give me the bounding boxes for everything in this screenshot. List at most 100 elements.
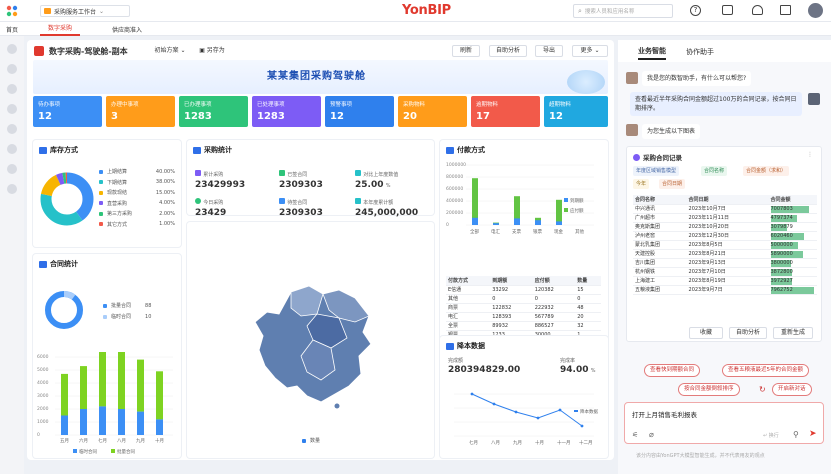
attach-icon[interactable]: ⌀ [649,430,654,439]
suggestion-chip[interactable]: 查看五粮液最近5年的合同金额 [722,364,810,377]
kpi-card[interactable]: 预警事项 12 [325,96,394,127]
table-row: 其他 0 0 0 [446,294,601,304]
bar [118,409,125,435]
kpi-card[interactable]: 待办事项 12 [33,96,102,127]
scheme-selector[interactable]: 初始方案 ⌄ [150,46,190,58]
legend-label: 批量合同 [117,448,135,455]
rail-item[interactable] [7,164,17,174]
message-icon[interactable] [722,5,733,15]
rail-item[interactable] [7,44,17,54]
settings-sliders-icon[interactable]: ⚟ [632,431,638,439]
kpi-card[interactable]: 已办理事项 1283 [179,96,248,127]
bar [99,352,106,407]
kpi-value: 17 [476,111,490,122]
filter-chip[interactable]: 今年 [633,179,650,189]
tick-label: 800000 [446,174,463,180]
kpi-card[interactable]: 办理中事项 3 [106,96,175,127]
headset-icon[interactable] [752,5,763,15]
tab-digital-procurement[interactable]: 数字采购 [40,22,80,36]
kpi-label: 待办事项 [38,102,61,108]
filter-chip[interactable]: 合同金额（求和） [743,166,790,176]
refresh-icon[interactable]: ↻ [759,385,766,394]
legend-value: 4.00% [159,200,175,206]
legend-swatch [99,222,103,226]
table-header: 到期额 [490,276,533,286]
legend-label: 应付额 [570,207,584,214]
chat-input-box[interactable]: 打开上月销售毛利报表 ⚟ ⌀ ↵ 换行 ⚲ ➤ [624,402,824,444]
tab-business-intelligence[interactable]: 业务智能 [638,46,666,60]
suggestion-chip[interactable]: 按合同金额倒叙排序 [678,383,740,396]
regenerate-button[interactable]: 重新生成 [773,327,813,339]
legend-swatch [99,201,103,205]
contract-ring [45,291,83,329]
search-box[interactable]: ⌕ 搜索人员和应用名称 [573,4,673,18]
assistant-avatar [626,124,638,136]
rail-item[interactable] [7,84,17,94]
table-cell: 0 [532,294,576,304]
bar [156,371,163,420]
bar [61,415,68,435]
stats-title: 采购统计 [204,146,232,154]
inventory-donut [40,172,94,226]
kpi-card[interactable]: 超期物料 12 [544,96,608,127]
table-row: 奥克斯集团 2023年10月20日 3079879 [633,222,817,232]
rail-item[interactable] [7,64,17,74]
mic-icon[interactable]: ⚲ [793,430,799,439]
chat-input[interactable]: 打开上月销售毛利报表 [632,409,697,419]
search-input[interactable]: 搜索人员和应用名称 [585,7,635,15]
send-icon[interactable]: ➤ [809,429,817,439]
stat-item: 已签合同 2309303 [279,170,323,190]
self-analysis-button[interactable]: 自助分析 [489,45,527,57]
table-header: 合同日期 [686,195,769,205]
assistant-panel: 业务智能 协作助手 我是您的数智助手，有什么可以帮您? 查看最近半年采购合同金额… [618,40,831,474]
kpi-card[interactable]: 采购物料 20 [398,96,467,127]
tick-label: 0 [446,222,449,228]
calendar-icon[interactable] [780,5,791,15]
category-label: 银票 [533,228,542,235]
table-cell: 2023年9月7日 [686,285,769,295]
category-label: 七月 [469,439,478,446]
table-cell: 中兴通讯 [633,204,687,214]
legend-swatch [73,449,77,453]
tab-home[interactable]: 首页 [6,25,18,34]
kpi-card[interactable]: 逾期物料 17 [471,96,540,127]
legend-swatch [111,449,115,453]
legend-value: 38.00% [155,179,175,185]
app-grid-icon[interactable] [6,5,18,17]
filter-chip[interactable]: 合同日期 [659,179,686,189]
save-as-button[interactable]: ▣ 另存为 [194,46,230,58]
suggestion-chip[interactable]: 查看快到期额合同 [644,364,701,377]
banner-title: 某某集团采购驾驶舱 [267,71,366,82]
help-icon[interactable]: ? [690,5,701,16]
category-label: 现金 [554,228,563,235]
rail-item[interactable] [7,104,17,114]
stat-value: 2309303 [279,180,323,190]
filter-chip[interactable]: 年度区域销售模型 [633,166,680,176]
rail-item[interactable] [7,124,17,134]
export-button[interactable]: 导出 [535,45,563,57]
new-chat-button[interactable]: 开启新对话 [772,383,812,396]
table-cell: 2023年11月11日 [686,213,769,223]
legend-swatch [302,438,306,443]
page-title: 数字采购-驾驶舱-副本 [49,47,128,56]
filter-chip[interactable]: 合同名称 [701,166,728,176]
tab-supplier-access[interactable]: 供应商准入 [112,25,142,34]
avatar[interactable] [808,3,823,18]
rail-item[interactable] [7,184,17,194]
kpi-card[interactable]: 已处理事项 1283 [252,96,321,127]
favorite-button[interactable]: 收藏 [689,327,723,339]
tab-bar: 首页 数字采购 供应商准入 [0,22,831,36]
chart-switch-icon[interactable]: ⫶ [809,151,811,160]
table-cell: 2023年8月21日 [686,249,769,259]
table-row: 商票 122832 222932 48 [446,303,601,313]
more-button[interactable]: 更多 ⌄ [572,45,608,57]
workspace-selector[interactable]: 采购服务工作台 ⌄ [40,5,130,17]
tab-collaboration[interactable]: 协作助手 [686,47,714,57]
bar [137,359,144,412]
rail-item[interactable] [7,144,17,154]
category-label: 支票 [512,228,521,235]
rate-unit: % [590,368,596,374]
refresh-button[interactable]: 刷新 [452,45,480,57]
self-analysis-button[interactable]: 自助分析 [729,327,767,339]
kpi-label: 超期物料 [549,102,572,108]
